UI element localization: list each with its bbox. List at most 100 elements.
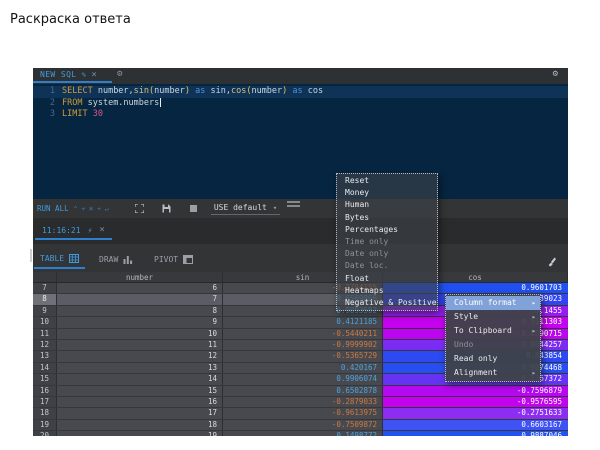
stop-icon[interactable] [190,205,197,212]
row-index-cell[interactable]: 12 [33,340,57,350]
tab-pivot-label: PIVOT [154,255,178,264]
menu-item-read-only[interactable]: Read only [446,352,540,366]
cos-cell[interactable]: -0.2751633 [383,408,568,418]
code-text: SELECT number,sin(number) as sin,cos(num… [62,86,323,98]
number-cell[interactable]: 6 [57,283,223,293]
tab-new-sql[interactable]: NEW SQL ✎ × [33,68,112,83]
line-number: 2 [33,98,62,110]
sin-cell[interactable]: 0.4121185 [223,317,383,327]
editor-settings-gear-icon[interactable]: ⚙ [117,69,122,79]
run-all-button[interactable]: RUN ALL [37,204,69,213]
sql-editor[interactable]: 1SELECT number,sin(number) as sin,cos(nu… [33,84,568,199]
row-index-cell[interactable]: 10 [33,317,57,327]
menu-item-alignment[interactable]: Alignment▸ [446,366,540,380]
number-cell[interactable]: 17 [57,408,223,418]
table-row[interactable]: 20190.14987720.9887046 [33,431,568,436]
tab-table[interactable]: TABLE [34,249,85,269]
tab-pivot[interactable]: PIVOT [148,249,199,269]
row-index-cell[interactable]: 13 [33,351,57,361]
code-token: number, [93,86,134,96]
number-cell[interactable]: 11 [57,340,223,350]
row-index-cell[interactable]: 7 [33,283,57,293]
edit-pencil-icon[interactable]: ✎ [82,70,87,79]
code-token: cos [308,86,323,96]
table-row[interactable]: 16150.6502878-0.7596879 [33,386,568,397]
menu-item-negative-positive[interactable]: Negative & Positive [337,297,437,309]
sin-cell[interactable]: -0.5440211 [223,329,383,339]
column-header-number[interactable]: number [57,272,223,282]
menu-item-human[interactable]: Human [337,199,437,211]
menu-item-percentages[interactable]: Percentages [337,224,437,236]
number-cell[interactable]: 9 [57,317,223,327]
menu-item-float[interactable]: Float [337,273,437,285]
number-cell[interactable]: 10 [57,329,223,339]
row-index-cell[interactable]: 11 [33,329,57,339]
close-tab-icon[interactable]: × [91,71,96,79]
table-row[interactable]: 1918-0.75098720.6603167 [33,420,568,431]
submenu-arrow-icon: ▸ [532,296,536,310]
row-index-cell[interactable]: 18 [33,408,57,418]
cos-cell[interactable]: -0.9576595 [383,397,568,407]
save-icon[interactable] [162,204,171,213]
sin-cell[interactable]: 0.9906074 [223,374,383,384]
row-index-cell[interactable]: 14 [33,363,57,373]
code-token: system.numbers [82,98,159,108]
tab-draw[interactable]: DRAW [93,249,139,269]
menu-item-reset[interactable]: Reset [337,175,437,187]
page-title: Раскраска ответа [10,12,131,27]
number-cell[interactable]: 19 [57,431,223,436]
number-cell[interactable]: 13 [57,363,223,373]
table-grid-icon [69,254,79,263]
result-tab[interactable]: 11:16:21 ⚡ × [35,222,112,240]
menu-item-heatmaps[interactable]: Heatmaps [337,285,437,297]
row-index-cell[interactable]: 19 [33,420,57,430]
sin-cell[interactable]: -0.9999902 [223,340,383,350]
number-cell[interactable]: 14 [57,374,223,384]
menu-item-style[interactable]: Style▸ [446,310,540,324]
close-result-tab-icon[interactable]: × [99,226,104,234]
row-index-cell[interactable]: 15 [33,374,57,384]
sin-cell[interactable]: -0.5365729 [223,351,383,361]
left-splitter-handle[interactable] [30,249,32,262]
expand-icon[interactable] [135,204,144,213]
menu-item-column-format[interactable]: Column format▸ [446,296,540,310]
submenu-arrow-icon: ▸ [532,366,536,380]
use-database-dropdown[interactable]: USE default ▾ [211,202,280,215]
splitter-handle[interactable] [287,201,300,209]
cos-cell[interactable]: 0.6603167 [383,420,568,430]
table-row[interactable]: 76-0.27941550.9601703 [33,283,568,294]
table-row[interactable]: 1716-0.2879033-0.9576595 [33,397,568,408]
row-index-cell[interactable]: 20 [33,431,57,436]
window-settings-gear-icon[interactable]: ⚙ [553,69,558,79]
line-number: 3 [33,109,62,121]
menu-item-bytes[interactable]: Bytes [337,212,437,224]
sin-cell[interactable]: -0.9613975 [223,408,383,418]
number-cell[interactable]: 7 [57,294,223,304]
cos-cell[interactable]: -0.7596879 [383,386,568,396]
run-shortcut-hint: ^ + ⌘ + ↵ [74,205,109,213]
sin-cell[interactable]: -0.2879033 [223,397,383,407]
sin-cell[interactable]: 0.420167 [223,363,383,373]
number-cell[interactable]: 15 [57,386,223,396]
cos-cell[interactable]: 0.9887046 [383,431,568,436]
row-index-cell[interactable]: 17 [33,397,57,407]
text-cursor [160,98,161,107]
menu-item-money[interactable]: Money [337,187,437,199]
sin-cell[interactable]: -0.7509872 [223,420,383,430]
table-row[interactable]: 1817-0.9613975-0.2751633 [33,408,568,419]
menu-item-to-clipboard[interactable]: To Clipboard▸ [446,324,540,338]
sin-cell[interactable]: 0.1498772 [223,431,383,436]
row-index-cell[interactable]: 16 [33,386,57,396]
number-cell[interactable]: 16 [57,397,223,407]
number-cell[interactable]: 18 [57,420,223,430]
table-header-row: numbersincos [33,272,568,283]
row-index-cell[interactable]: 8 [33,294,57,304]
row-index-cell[interactable]: 9 [33,306,57,316]
sin-cell[interactable]: 0.6502878 [223,386,383,396]
result-tab-label: 11:16:21 [42,226,81,235]
editor-toolbar: RUN ALL ^ + ⌘ + ↵ USE default ▾ [33,199,568,218]
editor-line: 3LIMIT 30 [33,109,568,121]
number-cell[interactable]: 8 [57,306,223,316]
brush-icon[interactable] [547,252,556,271]
number-cell[interactable]: 12 [57,351,223,361]
